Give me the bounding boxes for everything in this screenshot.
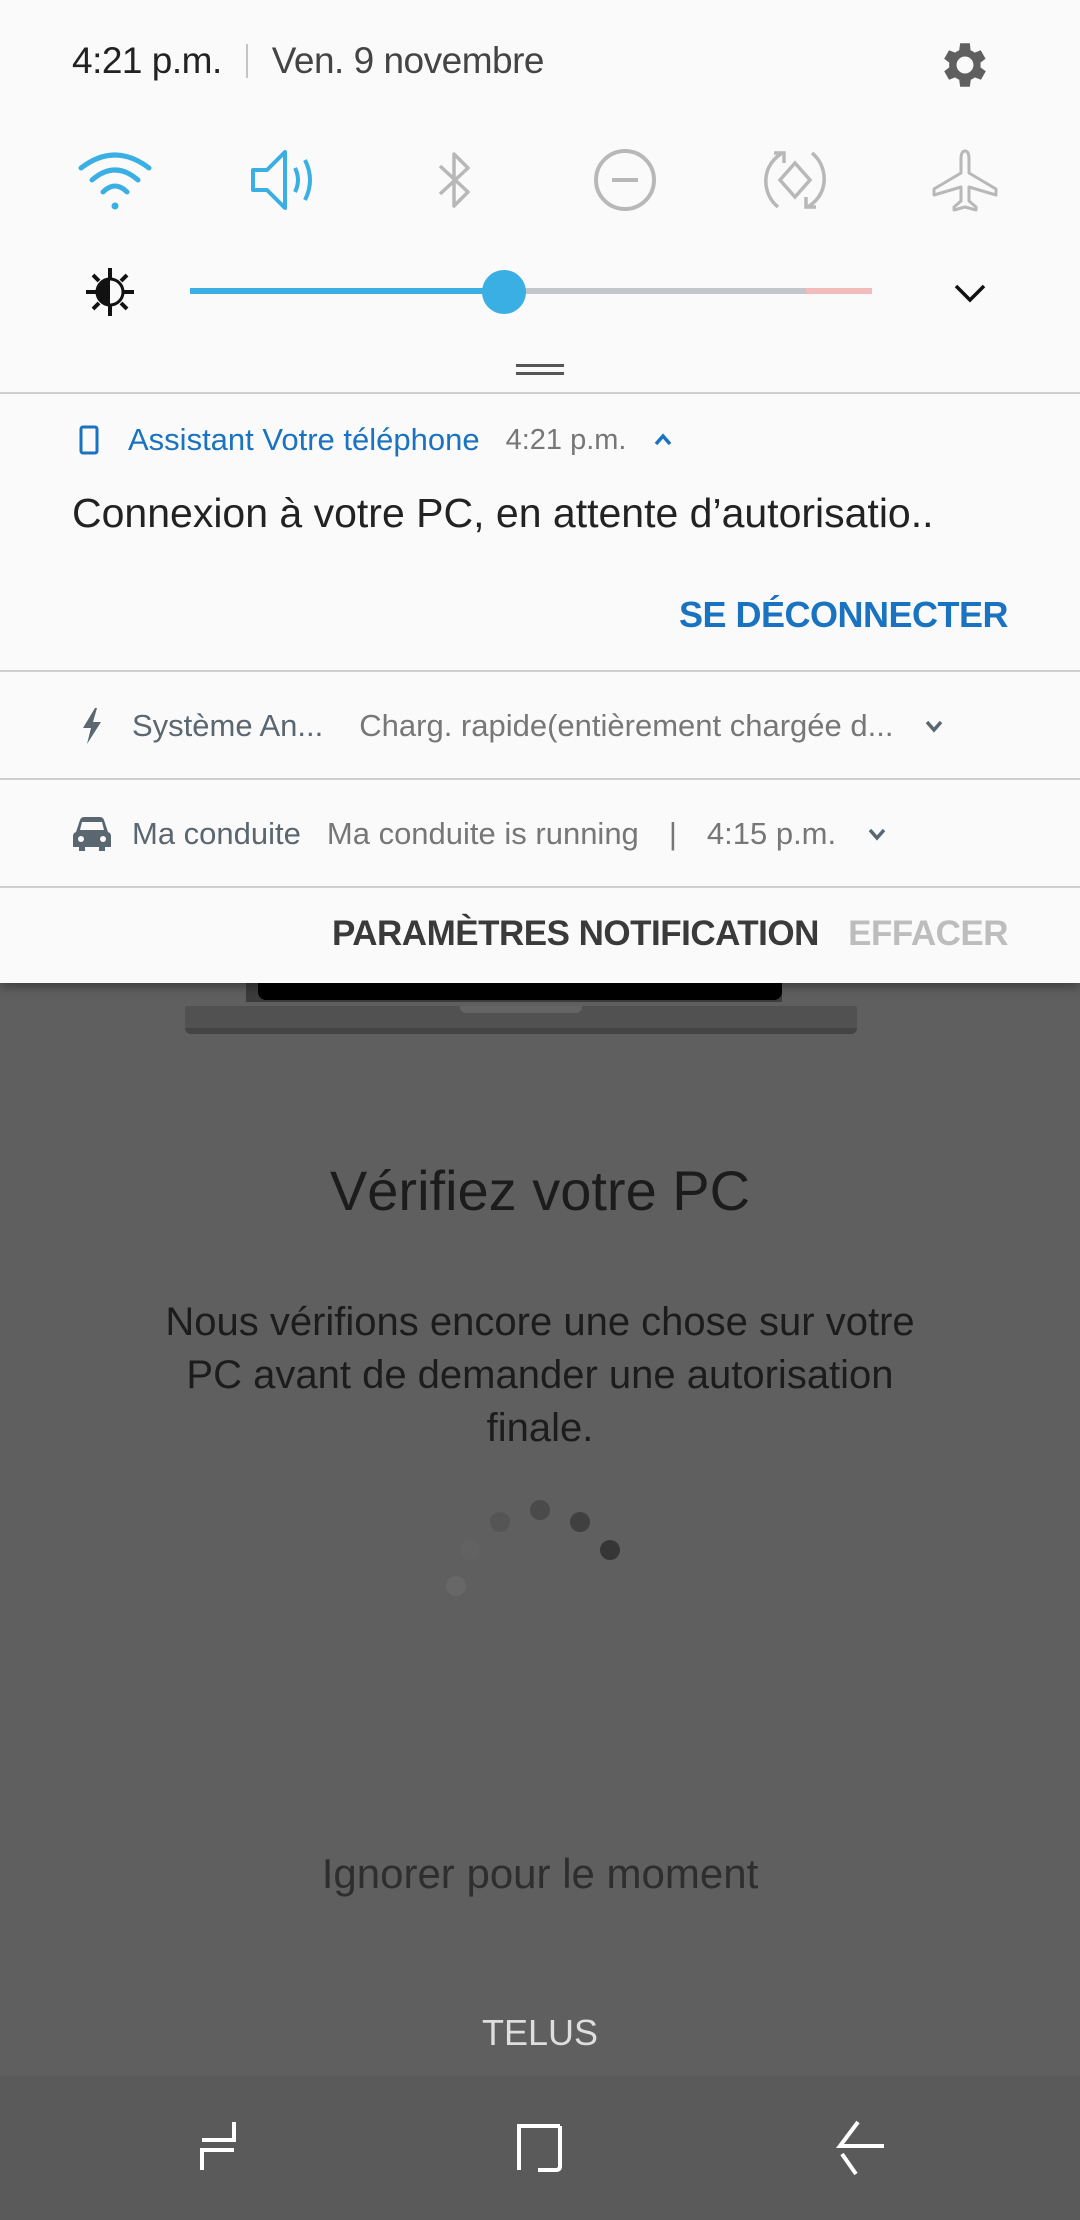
settings-button[interactable] [936, 36, 994, 94]
header-divider [245, 44, 248, 78]
chevron-down-icon[interactable] [919, 711, 949, 741]
quick-setting-wifi[interactable] [50, 140, 180, 220]
do-not-disturb-icon [594, 149, 656, 211]
chevron-down-icon[interactable] [862, 819, 892, 849]
notification-shade: 4:21 p.m. Ven. 9 novembre Assistant Votr… [0, 0, 1080, 983]
notification-driving[interactable]: Ma conduite Ma conduite is running | 4:1… [0, 780, 1080, 888]
laptop-notch [460, 1006, 582, 1013]
quick-setting-airplane-mode[interactable] [900, 140, 1030, 220]
brightness-slider[interactable] [190, 260, 872, 324]
drag-handle[interactable] [516, 364, 564, 376]
volume-icon [251, 150, 312, 210]
slider-fill [190, 288, 504, 294]
spinner-dot [530, 1500, 550, 1520]
chevron-down-icon [954, 284, 986, 303]
clear-button[interactable]: EFFACER [848, 914, 1008, 954]
expand-quick-settings-button[interactable] [940, 262, 1000, 322]
navigation-bar [0, 2076, 1080, 2220]
back-button[interactable] [800, 2098, 920, 2198]
skip-for-now-button[interactable]: Ignorer pour le moment [0, 1850, 1080, 1898]
loading-spinner [420, 1480, 640, 1620]
notification-app-name: Système An... [132, 708, 324, 743]
page-title: Vérifiez votre PC [329, 1159, 751, 1222]
notification-time: 4:15 p.m. [706, 816, 837, 851]
phone-icon [79, 425, 99, 455]
disconnect-button[interactable]: SE DÉCONNECTER [679, 594, 1009, 636]
home-icon [517, 2124, 562, 2172]
brightness-icon [84, 266, 136, 318]
notification-app-name: Assistant Votre téléphone [128, 422, 480, 457]
notification-settings-button[interactable]: PARAMÈTRES NOTIFICATION [332, 914, 819, 954]
quick-setting-sound[interactable] [220, 140, 350, 220]
home-button[interactable] [480, 2098, 600, 2198]
quick-setting-auto-rotate[interactable] [730, 140, 860, 220]
notification-header: Assistant Votre téléphone 4:21 p.m. [78, 422, 678, 458]
bluetooth-icon [438, 152, 470, 208]
chevron-up-icon[interactable] [648, 425, 678, 455]
notification-time: 4:21 p.m. [505, 423, 627, 456]
notification-text: Charg. rapide(entièrement chargée d... [359, 708, 894, 743]
spinner-dot [460, 1540, 480, 1560]
page-description: Nous vérifions encore une chose sur votr… [165, 1300, 915, 1450]
auto-rotate-icon [764, 151, 826, 209]
notification-phone-assistant[interactable]: Assistant Votre téléphone 4:21 p.m. Conn… [0, 394, 1080, 670]
quick-setting-do-not-disturb[interactable] [560, 140, 690, 220]
slider-high-zone [806, 288, 872, 294]
shade-footer: PARAMÈTRES NOTIFICATION EFFACER [0, 888, 1080, 983]
recent-apps-button[interactable] [160, 2098, 280, 2198]
quick-setting-bluetooth[interactable] [390, 140, 520, 220]
notification-text: Ma conduite is running [326, 816, 639, 851]
notification-text: Connexion à votre PC, en attente d’autor… [72, 490, 934, 536]
spinner-dot [446, 1576, 466, 1596]
shade-header: 4:21 p.m. Ven. 9 novembre [72, 40, 545, 82]
slider-thumb[interactable] [481, 270, 526, 314]
car-icon [72, 814, 112, 854]
date[interactable]: Ven. 9 novembre [272, 40, 545, 82]
airplane-icon [932, 149, 998, 212]
wifi-icon [78, 152, 152, 210]
spinner-dot [570, 1512, 590, 1532]
spinner-dot [490, 1512, 510, 1532]
back-icon [836, 2120, 884, 2176]
spinner-dot [600, 1540, 620, 1560]
gear-icon [944, 43, 986, 87]
lightning-icon [72, 706, 112, 746]
notification-system[interactable]: Système An... Charg. rapide(entièrement … [0, 672, 1080, 780]
clock: 4:21 p.m. [72, 40, 222, 81]
notification-separator: | [668, 816, 677, 851]
quick-settings [50, 140, 1030, 220]
notification-app-name: Ma conduite [132, 816, 301, 851]
carrier-label: TELUS [481, 2012, 599, 2053]
recent-apps-icon [200, 2122, 236, 2170]
